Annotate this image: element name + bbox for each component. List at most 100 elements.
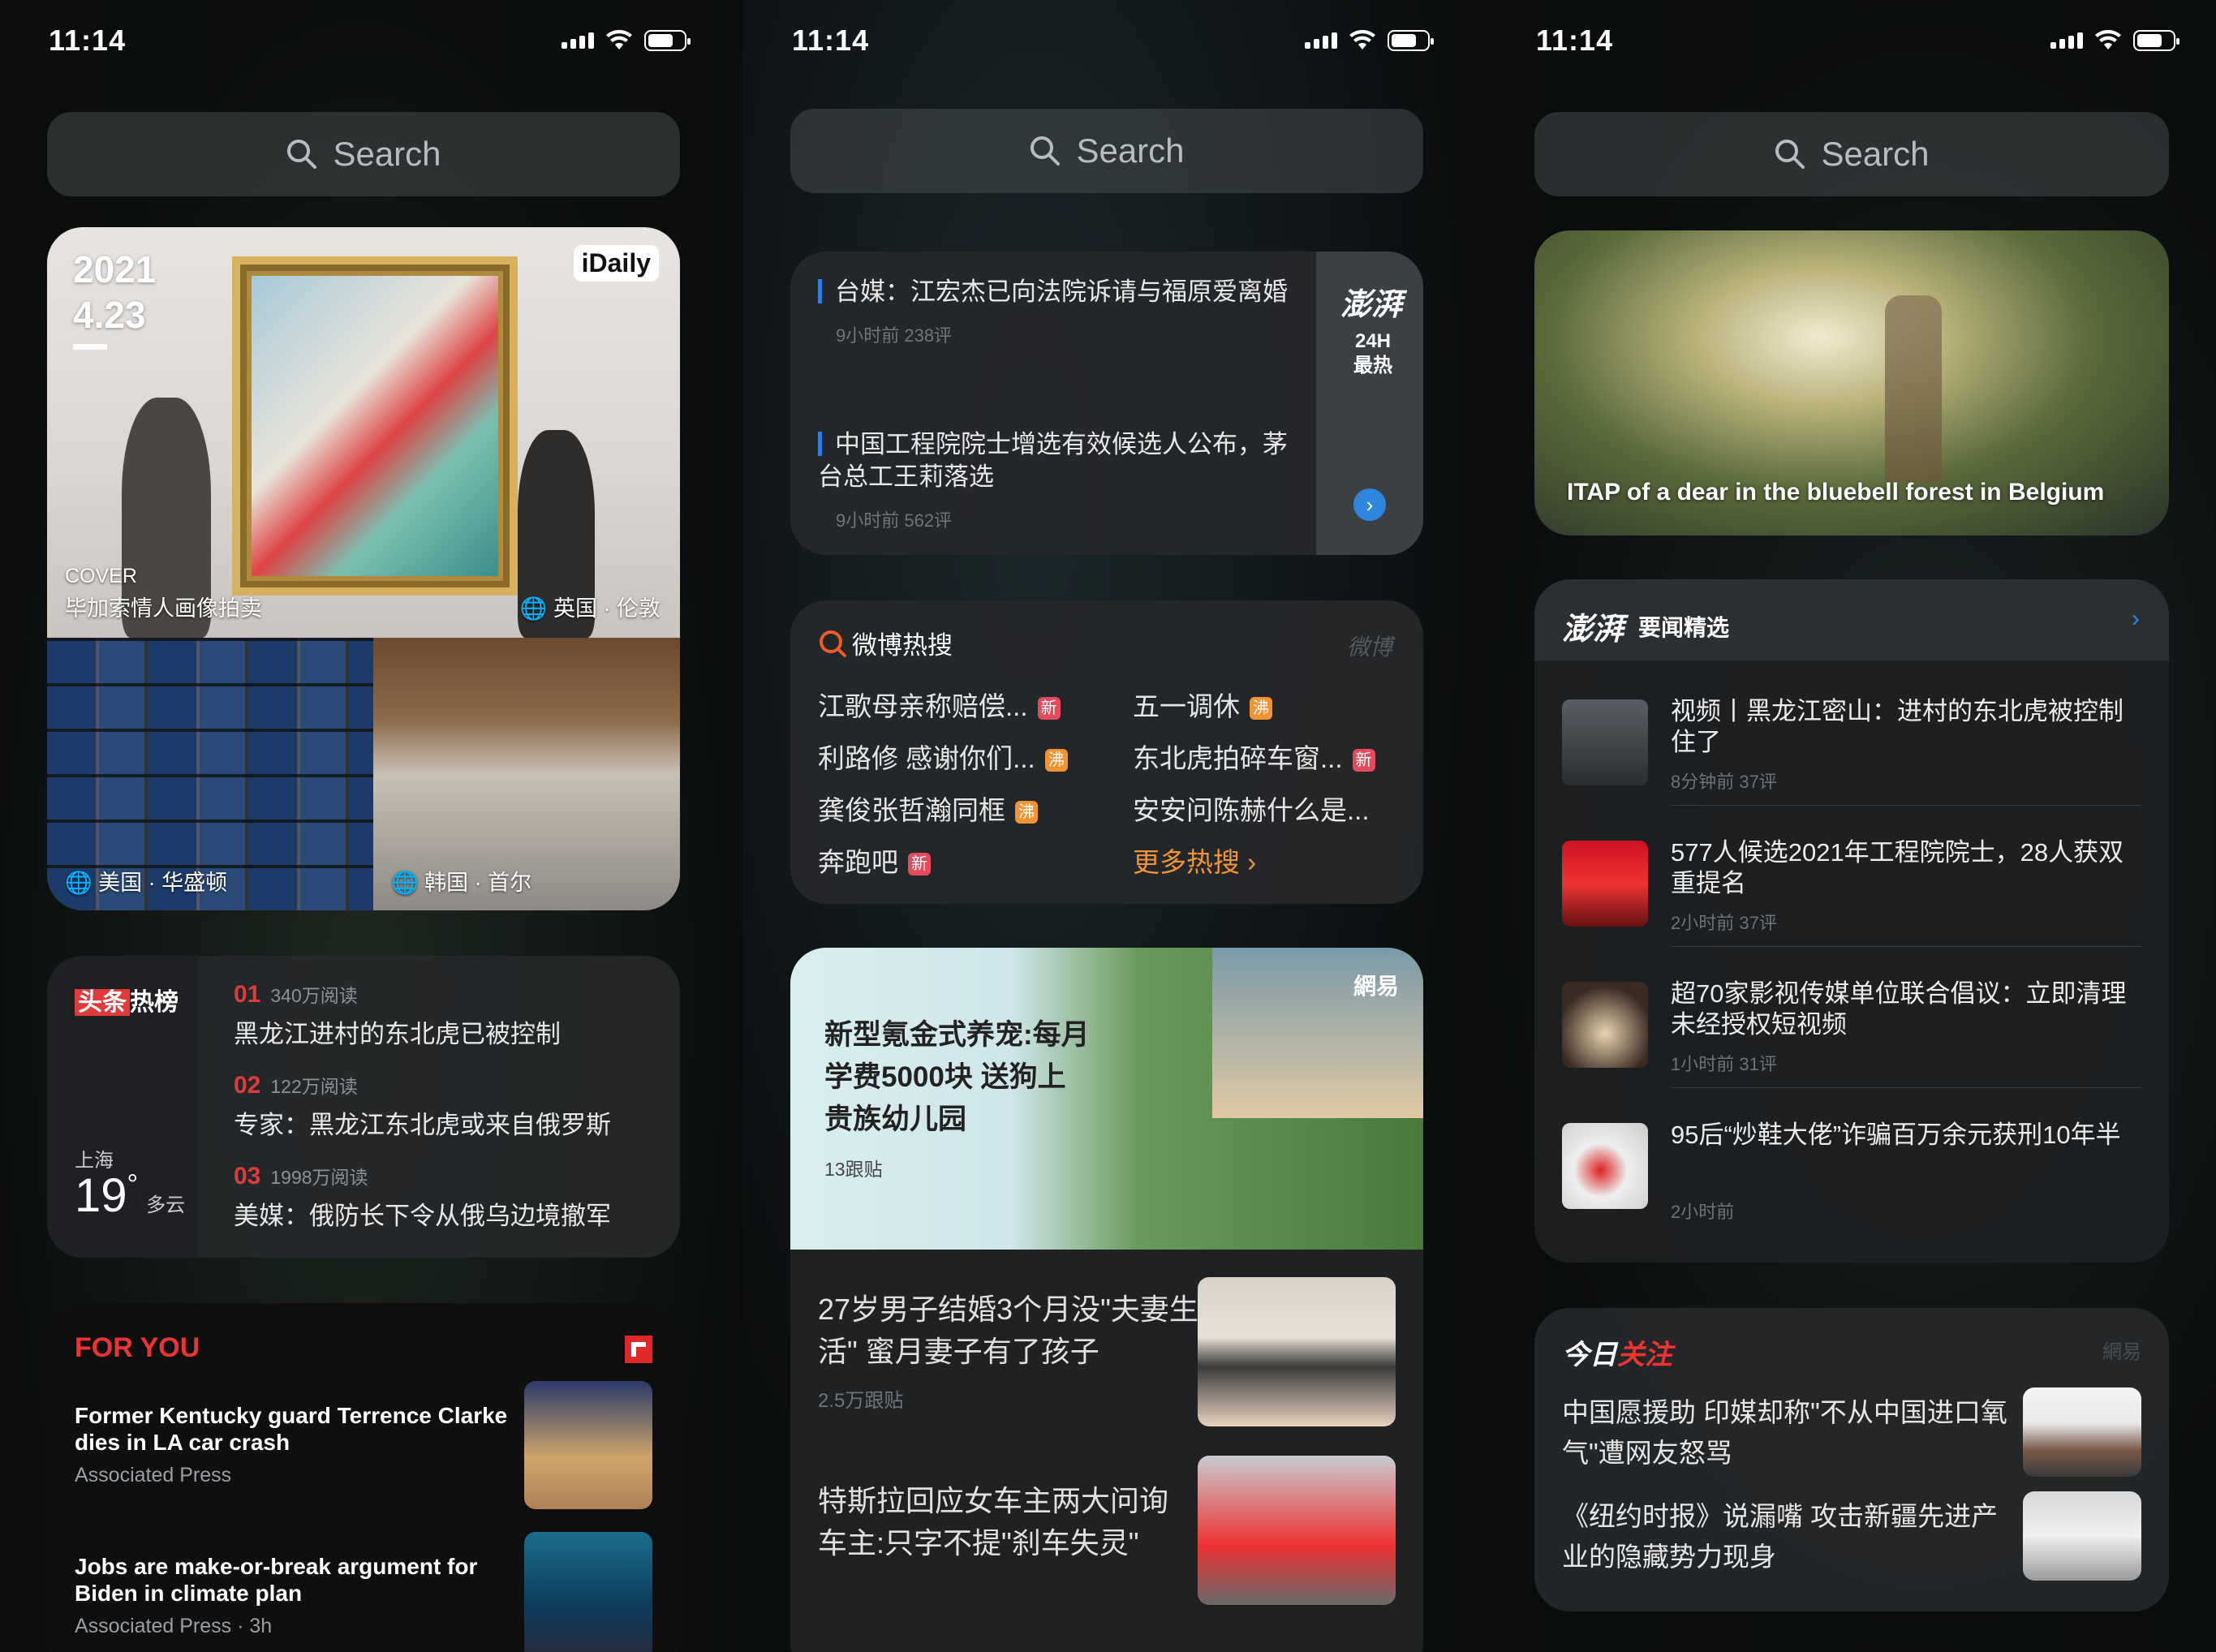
climate-summit-thumbnail[interactable] (524, 1532, 652, 1652)
search-icon (1775, 140, 1805, 169)
wedding-thumbnail[interactable] (1198, 1277, 1396, 1426)
wifi-icon (2095, 30, 2121, 49)
cover-title: 毕加索情人画像拍卖 (65, 596, 262, 621)
hot-item-3[interactable]: 03 1998万阅读 美媒：俄防长下令从俄乌边境撤军 (234, 1162, 656, 1232)
tesla-thumbnail[interactable] (1198, 1456, 1396, 1605)
hot-item-1[interactable]: 01 340万阅读 黑龙江进村的东北虎已被控制 (234, 980, 656, 1050)
right-location: 🌐 韩国 · 首尔 (391, 871, 532, 895)
deer-silhouette (1885, 295, 1942, 482)
cover-location: 🌐 英国 · 伦敦 (519, 596, 660, 621)
foryou-title: FOR YOU (75, 1332, 200, 1363)
thepaper-headlines-widget[interactable]: 澎湃 要闻精选 › 视频丨黑龙江密山：进村的东北虎被控制住了 8分钟前 37评 … (1534, 579, 2169, 1263)
search-bar[interactable]: Search (1534, 112, 2169, 196)
cover-label: COVER (65, 565, 137, 587)
today-thumbnail-2[interactable] (2023, 1491, 2141, 1581)
cellular-signal-icon (562, 32, 594, 49)
search-icon (1031, 136, 1061, 166)
thepaper-24h-widget[interactable]: 澎湃 24H 最热 › 台媒：江宏杰已向法院诉请与福原爱离婚 9小时前 238评 … (790, 252, 1423, 555)
idaily-badge: iDaily (573, 245, 659, 282)
idaily-year: 2021 (73, 248, 157, 290)
thepaper-logo: 澎湃 (1562, 610, 1624, 647)
search-bar[interactable]: Search (47, 112, 680, 196)
phone-screen-3: 11:14 Search ITAP of a dear in the blueb… (1487, 0, 2216, 1652)
status-bar: 11:14 (49, 23, 691, 58)
netease-news-widget[interactable]: 網易 新型氪金式养宠:每月学费5000块 送狗上贵族幼儿园 13跟贴 27岁男子… (790, 948, 1423, 1652)
globe-icon: 🌐 (519, 596, 553, 621)
flipboard-logo-icon (625, 1336, 652, 1363)
battery-icon (644, 30, 691, 51)
clock: 11:14 (1536, 24, 1614, 57)
cellular-signal-icon (1305, 32, 1337, 49)
thepaper-logo: 澎湃 (1340, 286, 1402, 322)
headlines-header: 澎湃 要闻精选 (1562, 604, 1729, 648)
headline-thumbnail-1 (1562, 699, 1648, 785)
today-title: 今日关注 (1562, 1340, 1672, 1370)
foryou-item-2[interactable]: Jobs are make-or-break argument for Bide… (75, 1553, 529, 1640)
today-thumbnail-1[interactable] (2023, 1387, 2141, 1477)
lead-title[interactable]: 新型氪金式养宠:每月学费5000块 送狗上贵族幼儿园 (824, 1014, 1092, 1141)
idaily-widget[interactable]: 2021 4.23 iDaily COVER 毕加索情人画像拍卖 🌐 英国 · … (47, 227, 680, 910)
search-bar[interactable]: Search (790, 109, 1423, 193)
weibo-left-3[interactable]: 龚俊张哲瀚同框沸 (818, 789, 1038, 828)
wifi-icon (1349, 30, 1375, 49)
cellular-signal-icon (2050, 32, 2083, 49)
headline-thumbnail-4 (1562, 1123, 1648, 1209)
paper-item-2[interactable]: 中国工程院院士增选有效候选人公布，茅台总工王莉落选 9小时前 562评 (818, 428, 1297, 532)
headline-thumbnail-2 (1562, 841, 1648, 927)
clock: 11:14 (49, 24, 127, 57)
hot24-label: 24H 最热 (1353, 330, 1392, 376)
netease-watermark: 網易 (2102, 1341, 2141, 1363)
hot-item-2[interactable]: 02 122万阅读 专家：黑龙江东北虎或来自俄罗斯 (234, 1071, 656, 1141)
weibo-search-icon (820, 630, 846, 657)
wifi-icon (606, 30, 632, 49)
photo-widget[interactable]: ITAP of a dear in the bluebell forest in… (1534, 230, 2169, 536)
search-placeholder: Search (1076, 131, 1185, 170)
toutiao-brand: 头条 热榜 (75, 982, 179, 1017)
toutiao-hot-widget[interactable]: 头条 热榜 上海 19°多云 01 340万阅读 黑龙江进村的东北虎已被控制 02 1… (47, 956, 680, 1258)
headlines-title: 要闻精选 (1638, 614, 1730, 640)
headline-thumbnail-3 (1562, 982, 1648, 1068)
paper-item-1[interactable]: 台媒：江宏杰已向法院诉请与福原爱离婚 9小时前 238评 (818, 276, 1297, 347)
photo-caption: ITAP of a dear in the bluebell forest in… (1567, 479, 2105, 505)
weibo-left-2[interactable]: 利路修 感谢你们... 沸 (818, 737, 1068, 776)
weibo-more-link[interactable]: 更多热搜 › (1133, 841, 1256, 880)
search-placeholder: Search (1821, 135, 1930, 173)
weibo-left-1[interactable]: 江歌母亲称赔偿... 新 (818, 685, 1061, 724)
weibo-right-3[interactable]: 安安问陈赫什么是... (1133, 789, 1370, 828)
flipboard-foryou-widget[interactable]: FOR YOU Former Kentucky guard Terrence C… (47, 1303, 680, 1652)
globe-icon: 🌐 (65, 871, 99, 895)
weibo-title: 微博热搜 (818, 625, 953, 661)
battery-icon (1388, 30, 1434, 51)
weather-temp: 19°多云 (75, 1169, 186, 1222)
netease-logo: 網易 (1353, 974, 1399, 999)
news-item-1-title[interactable]: 27岁男子结婚3个月没"夫妻生活" 蜜月妻子有了孩子 (818, 1288, 1199, 1373)
basketball-thumbnail[interactable] (524, 1381, 652, 1509)
battery-icon (2133, 30, 2179, 51)
foryou-item-1[interactable]: Former Kentucky guard Terrence Clarke di… (75, 1402, 529, 1489)
weibo-watermark: 微博 (1346, 635, 1392, 660)
search-placeholder: Search (333, 135, 441, 173)
weibo-right-1[interactable]: 五一调休沸 (1133, 685, 1272, 724)
left-location: 🌐 美国 · 华盛顿 (65, 871, 228, 895)
clock: 11:14 (792, 24, 870, 57)
search-icon (287, 140, 317, 169)
chevron-right-icon[interactable]: › (1353, 488, 1386, 521)
news-item-1-meta: 2.5万跟贴 (818, 1390, 904, 1412)
status-bar: 11:14 (1536, 23, 2179, 58)
phone-screen-1: 11:14 Search 2021 4.23 iDaily COVER 毕加索情… (0, 0, 727, 1652)
chevron-right-icon: › (1247, 847, 1257, 877)
phone-screen-2: 11:14 Search 澎湃 24H 最热 › 台媒：江宏杰已向法院诉请与福原爱… (743, 0, 1470, 1652)
today-item-2[interactable]: 《纽约时报》说漏嘴 攻击新疆先进产业的隐藏势力现身 (1562, 1496, 2025, 1577)
weibo-left-4[interactable]: 奔跑吧新 (818, 841, 931, 880)
painting-frame (232, 256, 518, 596)
idaily-date: 4.23 (73, 294, 146, 336)
weibo-hot-search-widget[interactable]: 微博热搜 微博 江歌母亲称赔偿... 新 利路修 感谢你们... 沸 龚俊张哲瀚同框… (790, 600, 1423, 904)
lead-meta: 13跟贴 (824, 1159, 883, 1180)
globe-icon: 🌐 (391, 871, 425, 895)
today-item-1[interactable]: 中国愿援助 印媒却称"不从中国进口氧气"遭网友怒骂 (1562, 1392, 2025, 1473)
chevron-right-icon[interactable]: › (2132, 605, 2140, 633)
news-item-2-title[interactable]: 特斯拉回应女车主两大问询 车主:只字不提"刹车失灵" (818, 1480, 1199, 1564)
today-focus-widget[interactable]: 今日关注 網易 中国愿援助 印媒却称"不从中国进口氧气"遭网友怒骂 《纽约时报》… (1534, 1308, 2169, 1611)
status-bar: 11:14 (792, 23, 1434, 58)
weibo-right-2[interactable]: 东北虎拍碎车窗... 新 (1133, 737, 1375, 776)
